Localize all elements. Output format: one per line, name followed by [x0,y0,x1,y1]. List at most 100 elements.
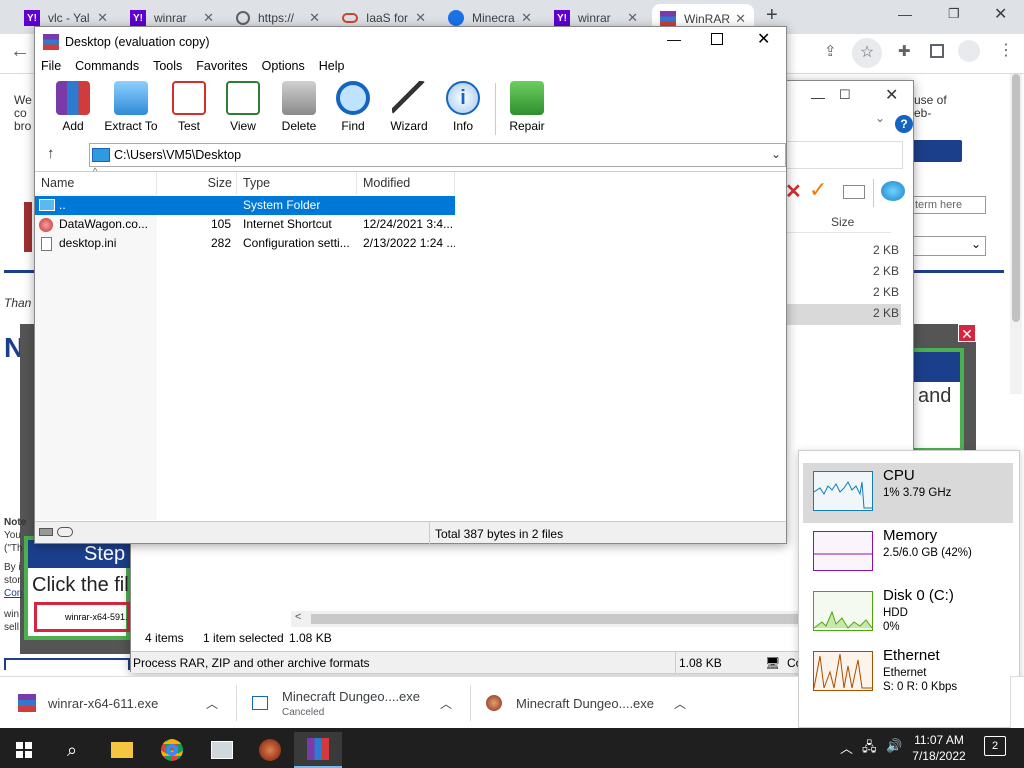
maximize-icon[interactable]: ☐ [839,87,851,103]
close-icon[interactable]: ✕ [415,10,426,26]
clock[interactable]: 11:07 AM 7/18/2022 [912,732,966,764]
side-panel-icon[interactable] [930,44,944,58]
share-icon[interactable]: ⇪ [824,42,837,60]
key-icon[interactable] [57,527,73,537]
close-icon[interactable]: ✕ [309,10,320,26]
chevron-up-icon[interactable]: ︿ [206,695,218,712]
chevron-up-icon[interactable]: ︿ [840,738,853,757]
extensions-icon[interactable]: ✚ [898,42,911,60]
bookmark-star-icon[interactable]: ☆ [852,38,882,68]
close-icon[interactable]: ✕ [627,10,638,26]
repair-button[interactable]: Repair [497,81,557,133]
close-icon[interactable]: ✕ [521,10,532,26]
maximize-icon[interactable] [711,33,723,45]
status-text: Total 387 bytes in 2 files [435,527,564,541]
memory-item[interactable]: Memory 2.5/6.0 GB (42%) [803,523,1013,583]
restore-icon[interactable]: ❐ [948,6,960,22]
file-row[interactable]: DataWagon.co... 105 Internet Shortcut 12… [35,215,455,234]
download-name: winrar-x64-611.exe [48,695,159,711]
close-icon[interactable]: ✕ [97,10,108,26]
close-icon[interactable]: ✕ [958,324,976,342]
disk-type: HDD [883,607,908,619]
menu-file[interactable]: File [41,59,61,73]
memory-graph [813,531,873,571]
search-button[interactable] [908,140,962,162]
file-explorer-icon[interactable] [98,732,146,768]
help-icon[interactable]: ? [895,115,913,133]
start-button[interactable] [0,732,48,768]
minecraft-icon [486,695,502,711]
new-tab-button[interactable]: + [766,4,778,27]
close-icon[interactable]: ✕ [885,85,898,105]
minimize-icon[interactable]: — [667,31,681,47]
file-row[interactable]: .. System Folder [35,196,455,215]
task-manager-icon[interactable] [198,732,246,768]
disk-label: Disk 0 (C:) [883,587,954,604]
search-icon[interactable]: ⌕ [48,732,96,768]
drive-icon[interactable] [39,528,53,536]
wizard-button[interactable]: Wizard [379,81,439,133]
promo-text: and [918,385,952,407]
checkmark-icon[interactable]: ✓ [809,177,827,203]
path-combobox[interactable]: C:\Users\VM5\Desktop ⌄ [89,143,786,167]
sfx-icon[interactable] [881,181,905,201]
kebab-menu-icon[interactable]: ⋮ [998,40,1014,60]
menu-help[interactable]: Help [319,59,345,73]
chrome-icon[interactable] [148,732,196,768]
minimize-icon[interactable]: — [898,6,912,22]
menu-favorites[interactable]: Favorites [196,59,247,73]
minecraft-icon[interactable] [246,732,294,768]
tab-label: winrar [578,11,611,25]
scrollbar-thumb[interactable] [1012,74,1020,322]
download-item[interactable]: Minecraft Dungeo....exe Canceled ︿ [252,677,470,729]
column-modified[interactable]: Modified [357,172,455,194]
add-button[interactable]: Add [43,81,103,133]
delete-x-icon[interactable]: ✕ [785,179,802,204]
close-icon[interactable]: ✕ [757,29,770,49]
menu-options[interactable]: Options [262,59,305,73]
status-size: 1.08 KB [679,656,722,670]
file-row[interactable]: desktop.ini 282 Configuration setti... 2… [35,234,455,253]
close-window-icon[interactable]: ✕ [994,4,1007,24]
column-type[interactable]: Type [237,172,357,194]
minimize-icon[interactable]: — [811,89,825,105]
search-input[interactable]: term here [910,196,986,214]
volume-icon[interactable]: 🔊 [886,738,902,754]
view-button[interactable]: View [213,81,273,133]
path-box[interactable] [785,141,903,169]
up-arrow-icon[interactable]: ↑ [47,145,55,162]
size-header[interactable]: Size [771,209,891,233]
download-item[interactable]: winrar-x64-611.exe ︿ [18,677,236,729]
cpu-item[interactable]: CPU 1% 3.79 GHz [803,463,1013,523]
test-button[interactable]: Test [159,81,219,133]
winrar-taskbar-icon[interactable] [294,732,342,768]
chevron-up-icon[interactable]: ︿ [674,695,686,712]
notification-center[interactable]: 2 [984,736,1006,756]
ethernet-item[interactable]: Ethernet Ethernet S: 0 R: 0 Kbps [803,643,1013,703]
scroll-left-icon[interactable]: < [295,611,301,623]
extract-to-button[interactable]: Extract To [101,81,161,133]
profile-avatar[interactable] [958,40,980,62]
close-icon[interactable]: ✕ [203,10,214,26]
scrollbar-thumb[interactable] [311,614,811,624]
delete-button[interactable]: Delete [269,81,329,133]
chevron-down-icon[interactable]: ⌄ [875,111,885,125]
back-arrow-icon[interactable]: ← [10,40,30,63]
folder-icon [114,81,148,115]
column-size[interactable]: Size [157,172,237,194]
chevron-up-icon[interactable]: ︿ [440,695,452,712]
comment-icon[interactable] [843,185,865,199]
network-icon[interactable]: 🖧 [862,738,877,760]
dropdown-select[interactable]: ⌄ [910,236,986,256]
menu-tools[interactable]: Tools [153,59,182,73]
close-icon[interactable]: ✕ [735,11,746,27]
note-text: Note You ("Th By i stor Con win sell [4,517,27,633]
menu-commands[interactable]: Commands [75,59,139,73]
chevron-down-icon[interactable]: ⌄ [771,147,781,161]
download-chip: winrar-x64-591.e [34,602,130,632]
info-button[interactable]: i Info [433,81,493,133]
disk-item[interactable]: Disk 0 (C:) HDD 0% [803,583,1013,643]
find-button[interactable]: Find [323,81,383,133]
oracle-icon [342,13,358,23]
download-item[interactable]: Minecraft Dungeo....exe ︿ [486,677,704,729]
